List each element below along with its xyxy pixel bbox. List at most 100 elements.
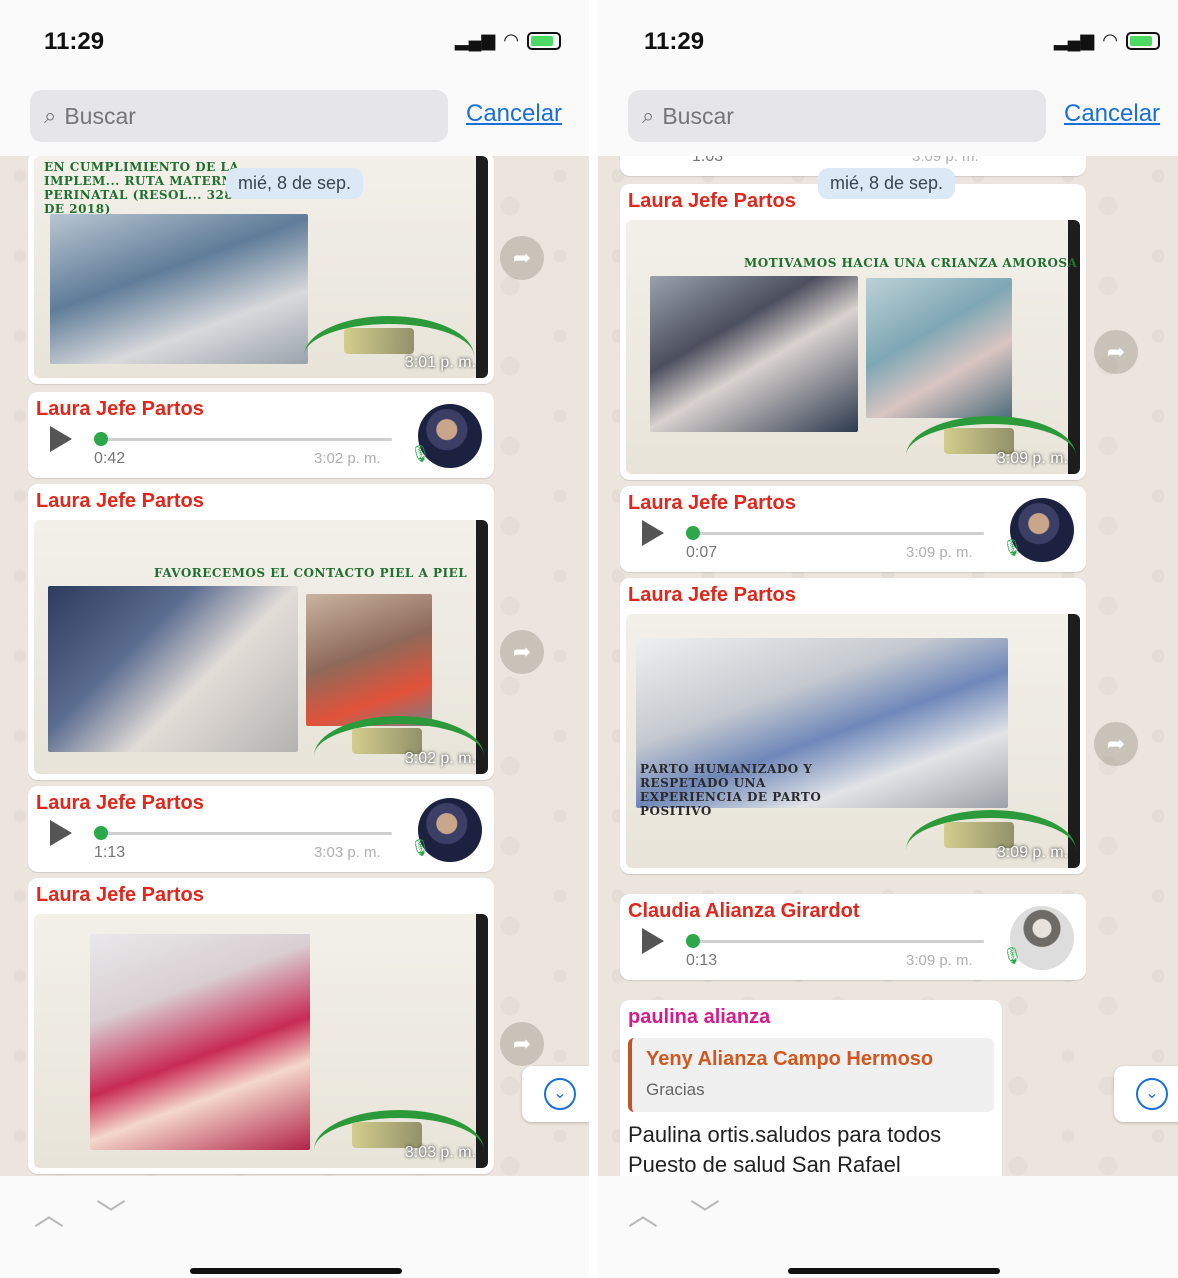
search-input[interactable] — [64, 102, 365, 130]
chevron-down-icon[interactable]: ﹀ — [690, 1190, 720, 1234]
slide-photo[interactable]: FAVORECEMOS EL CONTACTO PIEL A PIEL 3:02… — [34, 520, 488, 774]
microphone-icon: 🎙 — [410, 840, 431, 857]
home-indicator — [788, 1268, 1000, 1274]
chat-area[interactable]: 1:03 3:09 p. m. Laura Jefe Partos MOTIVA… — [598, 156, 1178, 1176]
search-field[interactable]: ⌕ — [628, 90, 1046, 142]
sender-name: Laura Jefe Partos — [36, 398, 204, 420]
date-chip: mié, 8 de sep. — [818, 168, 956, 199]
microphone-icon: 🎙 — [1002, 948, 1023, 965]
play-icon[interactable] — [642, 520, 664, 546]
scroll-to-bottom-button[interactable]: ⌄ — [522, 1066, 589, 1122]
image-message[interactable]: Laura Jefe Partos 3:03 p. m. — [28, 878, 494, 1174]
slide-photo[interactable]: MOTIVAMOS HACIA UNA CRIANZA AMOROSA 3:09… — [626, 220, 1080, 474]
message-time: 3:09 p. m. — [912, 156, 979, 165]
image-message[interactable]: Laura Jefe Partos MOTIVAMOS HACIA UNA CR… — [620, 184, 1086, 480]
forward-icon[interactable]: ➦ — [1094, 330, 1138, 374]
battery-icon — [527, 31, 561, 50]
status-icons: ▂▄▆ ◠ — [455, 30, 561, 51]
home-indicator — [190, 1268, 402, 1274]
search-field[interactable]: ⌕ — [30, 90, 448, 142]
search-nav-bar: ︿ ﹀ — [0, 1176, 589, 1278]
microphone-icon: 🎙 — [410, 446, 431, 463]
wifi-icon: ◠ — [503, 30, 519, 50]
two-phone-screenshots: 11:29 ▂▄▆ ◠ ⌕ Cancelar EN CUMPLIMIENTO D — [0, 0, 1178, 1278]
status-time: 11:29 — [44, 28, 105, 55]
audio-track[interactable] — [96, 438, 392, 441]
cancel-button[interactable]: Cancelar — [1064, 100, 1160, 128]
audio-message[interactable]: Claudia Alianza Girardot 0:13 3:09 p. m.… — [620, 894, 1086, 980]
date-chip: mié, 8 de sep. — [226, 168, 364, 199]
message-time: 3:09 p. m. — [996, 450, 1068, 467]
message-time: 3:03 p. m. — [314, 844, 381, 861]
chevron-up-icon[interactable]: ︿ — [34, 1190, 64, 1234]
quoted-text: Gracias — [646, 1080, 705, 1099]
play-icon[interactable] — [642, 928, 664, 954]
message-time: 3:09 p. m. — [996, 844, 1068, 861]
chevron-up-icon[interactable]: ︿ — [628, 1190, 658, 1234]
audio-message[interactable]: Laura Jefe Partos 0:07 3:09 p. m. 🎙 — [620, 486, 1086, 572]
forward-icon[interactable]: ➦ — [500, 1022, 544, 1066]
forward-icon[interactable]: ➦ — [500, 236, 544, 280]
audio-duration: 1:03 — [692, 156, 724, 165]
status-bar: 11:29 ▂▄▆ ◠ — [598, 0, 1178, 80]
reply-message[interactable]: paulina alianza Yeny Alianza Campo Hermo… — [620, 1000, 1002, 1176]
sender-name: Laura Jefe Partos — [36, 490, 204, 512]
sender-name: Laura Jefe Partos — [36, 884, 204, 906]
search-icon: ⌕ — [44, 103, 57, 128]
search-nav-bar: ︿ ﹀ — [598, 1176, 1178, 1278]
slide-photo[interactable]: 3:03 p. m. — [34, 914, 488, 1168]
message-time: 3:09 p. m. — [906, 952, 973, 969]
play-icon[interactable] — [50, 426, 72, 452]
audio-duration: 0:13 — [686, 952, 718, 969]
message-text-line: Paulina ortis.saludos para todos — [628, 1122, 942, 1147]
chat-area[interactable]: EN CUMPLIMIENTO DE LA IMPLEM... RUTA MAT… — [0, 156, 589, 1176]
scroll-to-bottom-button[interactable]: ⌄ — [1114, 1066, 1178, 1122]
search-bar: ⌕ Cancelar — [0, 80, 589, 156]
sender-name: Laura Jefe Partos — [628, 492, 796, 514]
message-time: 3:01 p. m. — [404, 354, 476, 371]
search-icon: ⌕ — [642, 103, 655, 128]
audio-message[interactable]: Laura Jefe Partos 0:42 3:02 p. m. 🎙 — [28, 392, 494, 478]
signal-icon: ▂▄▆ — [454, 30, 496, 50]
audio-scrubber[interactable] — [686, 526, 700, 540]
quoted-sender: Yeny Alianza Campo Hermoso — [646, 1048, 934, 1070]
sender-name: paulina alianza — [628, 1006, 771, 1028]
slide-heading: PARTO HUMANIZADO Y RESPETADO UNA EXPERIE… — [640, 762, 822, 818]
sender-name: Laura Jefe Partos — [628, 190, 796, 212]
audio-track[interactable] — [96, 832, 392, 835]
sender-name: Laura Jefe Partos — [36, 792, 204, 814]
slide-heading: MOTIVAMOS HACIA UNA CRIANZA AMOROSA — [744, 256, 1078, 270]
photo-mother-wheelchair — [650, 276, 858, 432]
audio-message[interactable]: Laura Jefe Partos 1:13 3:03 p. m. 🎙 — [28, 786, 494, 872]
slide-photo[interactable]: PARTO HUMANIZADO Y RESPETADO UNA EXPERIE… — [626, 614, 1080, 868]
message-time: 3:02 p. m. — [404, 750, 476, 767]
slide-heading: FAVORECEMOS EL CONTACTO PIEL A PIEL — [154, 566, 468, 580]
chevron-down-icon: ⌄ — [544, 1078, 576, 1110]
search-input[interactable] — [662, 102, 963, 130]
photo-skin-to-skin — [48, 586, 298, 752]
quoted-message[interactable]: Yeny Alianza Campo Hermoso Gracias — [628, 1038, 994, 1112]
forward-icon[interactable]: ➦ — [500, 630, 544, 674]
image-message[interactable]: Laura Jefe Partos PARTO HUMANIZADO Y RES… — [620, 578, 1086, 874]
audio-scrubber[interactable] — [94, 432, 108, 446]
audio-duration: 0:42 — [94, 450, 126, 467]
audio-duration: 0:07 — [686, 544, 718, 561]
chevron-down-icon[interactable]: ﹀ — [96, 1190, 126, 1234]
left-phone-screen: 11:29 ▂▄▆ ◠ ⌕ Cancelar EN CUMPLIMIENTO D — [0, 0, 589, 1278]
audio-track[interactable] — [688, 940, 984, 943]
image-message[interactable]: Laura Jefe Partos FAVORECEMOS EL CONTACT… — [28, 484, 494, 780]
search-bar: ⌕ Cancelar — [598, 80, 1178, 156]
monitor-edge — [476, 520, 488, 774]
audio-scrubber[interactable] — [94, 826, 108, 840]
play-icon[interactable] — [50, 820, 72, 846]
message-time: 3:09 p. m. — [906, 544, 973, 561]
forward-icon[interactable]: ➦ — [1094, 722, 1138, 766]
photo-newborn — [90, 934, 310, 1150]
audio-scrubber[interactable] — [686, 934, 700, 948]
wifi-icon: ◠ — [1102, 30, 1118, 50]
sender-name: Claudia Alianza Girardot — [628, 900, 860, 922]
message-time: 3:03 p. m. — [404, 1144, 476, 1161]
status-icons: ▂▄▆ ◠ — [1054, 30, 1160, 51]
audio-track[interactable] — [688, 532, 984, 535]
cancel-button[interactable]: Cancelar — [466, 100, 562, 128]
